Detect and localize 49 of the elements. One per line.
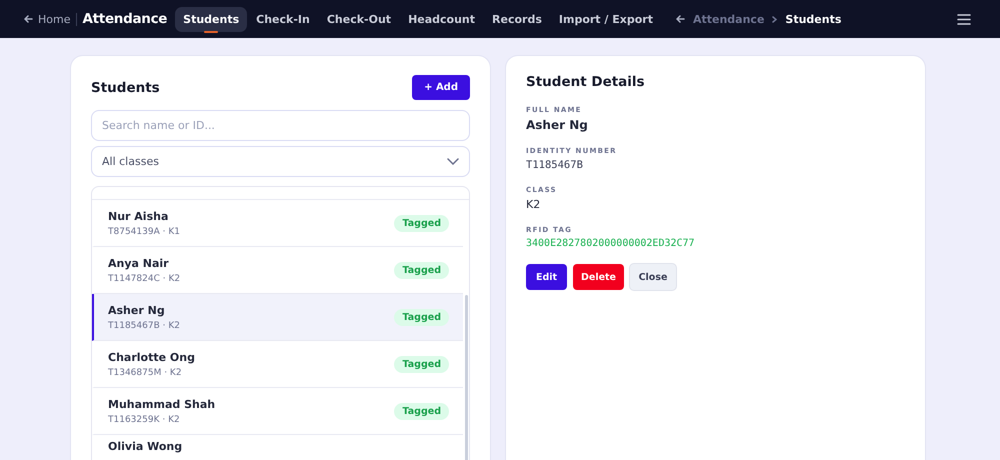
student-name: Nur Aisha: [108, 210, 170, 222]
student-row[interactable]: Olivia Wong: [92, 435, 463, 460]
close-button[interactable]: Close: [630, 264, 676, 290]
field-value: Asher Ng: [526, 118, 589, 132]
back-arrow-icon: [24, 15, 33, 23]
field-value: T1185467B: [526, 159, 584, 171]
chevron-right-icon: [772, 16, 778, 22]
field-value: 3400E2827802000000002ED32C77: [526, 238, 696, 249]
student-id: T1147824C · K2: [108, 274, 180, 284]
nav-tab[interactable]: Records: [484, 6, 550, 32]
class-dropdown[interactable]: All classes: [91, 146, 470, 177]
app-title: Attendance: [82, 11, 168, 27]
tagged-badge: Tagged: [394, 402, 449, 420]
home-link[interactable]: Home: [24, 12, 78, 26]
student-name: Anya Nair: [108, 256, 170, 270]
delete-button[interactable]: Delete: [573, 264, 624, 290]
student-row[interactable]: Charlotte Ong T1346875M · K2 Tagged: [92, 341, 463, 388]
menu-icon: [957, 14, 971, 24]
student-id: T1346875M · K2: [108, 368, 183, 378]
nav-tab[interactable]: Headcount: [400, 6, 484, 32]
chevron-down-icon: [447, 158, 459, 165]
student-row[interactable]: Asher Ng T1185467B · K2 Tagged: [92, 294, 463, 341]
student-id: T8754139A · K1: [108, 226, 180, 236]
student-name: Asher Ng: [108, 304, 166, 316]
student-name: Olivia Wong: [108, 440, 182, 453]
tagged-badge: Tagged: [394, 214, 449, 232]
menu-button[interactable]: [955, 12, 973, 26]
search-field[interactable]: Search name or ID...: [91, 110, 470, 141]
nav-tab[interactable]: Students: [175, 6, 248, 32]
card-title: Student Details: [526, 74, 646, 90]
add-button[interactable]: + Add: [412, 75, 470, 100]
back-arrow-icon: [676, 15, 685, 23]
tagged-badge: Tagged: [394, 262, 449, 278]
breadcrumb-link[interactable]: Students: [785, 12, 842, 26]
student-name: Muhammad Shah: [108, 398, 216, 410]
nav-tab[interactable]: Check-Out: [318, 6, 400, 32]
card-title: Students: [91, 80, 160, 96]
tagged-badge: Tagged: [394, 356, 449, 372]
edit-button[interactable]: Edit: [526, 264, 567, 290]
nav-tab[interactable]: Check-In: [248, 6, 318, 32]
student-id: T1185467B · K2: [108, 320, 180, 330]
breadcrumb-link[interactable]: Attendance: [692, 12, 764, 26]
field-value: K2: [526, 198, 542, 211]
student-id: T1163259K · K2: [108, 414, 181, 424]
nav-tab[interactable]: Import / Export: [550, 6, 661, 32]
student-row[interactable]: Nur Aisha T8754139A · K1 Tagged: [92, 200, 463, 247]
student-name: Charlotte Ong: [108, 350, 195, 364]
student-row[interactable]: Muhammad Shah T1163259K · K2 Tagged: [92, 388, 463, 435]
tagged-badge: Tagged: [394, 308, 449, 326]
